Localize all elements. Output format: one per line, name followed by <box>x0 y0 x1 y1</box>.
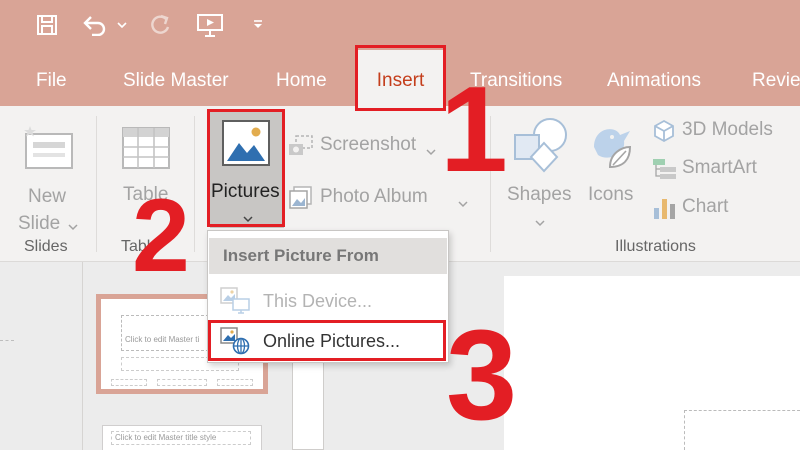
this-device-label: This Device... <box>263 291 373 311</box>
smartart-button[interactable]: SmartArt <box>652 156 792 184</box>
new-slide-label-line1: New <box>28 186 67 207</box>
illustrations-group-label: Illustrations <box>615 238 696 255</box>
save-icon[interactable] <box>32 10 62 40</box>
3d-models-label: 3D Models <box>682 119 773 140</box>
pane-guide <box>0 340 14 341</box>
canvas-placeholder <box>684 410 800 450</box>
chevron-down-icon <box>535 214 545 232</box>
dropdown-header: Insert Picture From <box>209 238 447 274</box>
thumbnail-pane-scrollbar[interactable] <box>292 360 324 450</box>
photo-album-icon <box>289 186 313 215</box>
shapes-icon <box>512 117 568 178</box>
group-separator <box>194 116 195 252</box>
group-separator <box>96 116 97 252</box>
chart-label: Chart <box>682 196 729 217</box>
chevron-down-icon <box>458 195 468 213</box>
tab-slide-master[interactable]: Slide Master <box>123 50 229 106</box>
step-number-1: 1 <box>440 61 508 197</box>
tab-animations[interactable]: Animations <box>607 50 701 106</box>
pane-divider <box>82 262 83 450</box>
date-placeholder <box>111 379 147 386</box>
thumbnail-title-text: Click to edit Master ti <box>125 335 200 344</box>
screenshot-icon <box>288 135 314 164</box>
thumbnail-title-text: Click to edit Master title style <box>115 433 217 442</box>
cube-icon <box>652 119 676 148</box>
icons-button[interactable]: Icons <box>582 114 642 234</box>
tab-review[interactable]: Revie <box>752 50 800 106</box>
pictures-button-highlight <box>207 109 285 227</box>
chevron-down-icon <box>68 218 78 236</box>
icons-label: Icons <box>588 184 634 205</box>
undo-icon[interactable] <box>80 10 110 40</box>
redo-icon <box>145 10 175 40</box>
customize-qat-icon[interactable] <box>250 10 266 40</box>
this-device-menu-item: This Device... <box>209 281 447 321</box>
present-from-start-icon[interactable] <box>193 10 227 40</box>
step-number-2: 2 <box>132 178 190 294</box>
smartart-icon <box>652 158 678 185</box>
shapes-button[interactable]: Shapes <box>502 114 578 234</box>
online-pictures-highlight <box>208 320 446 361</box>
number-placeholder <box>217 379 253 386</box>
screenshot-label: Screenshot <box>320 134 417 155</box>
new-slide-button[interactable]: New Slide <box>10 114 84 234</box>
tab-home[interactable]: Home <box>276 50 327 106</box>
chart-icon <box>652 196 678 225</box>
step-number-3: 3 <box>446 304 518 447</box>
footer-placeholder <box>157 379 207 386</box>
new-slide-label-line2: Slide <box>18 213 61 234</box>
screenshot-button[interactable]: Screenshot <box>288 130 448 162</box>
slides-group-label: Slides <box>24 238 68 255</box>
chart-button[interactable]: Chart <box>652 194 792 222</box>
slide-canvas[interactable] <box>504 276 800 450</box>
smartart-label: SmartArt <box>682 157 757 178</box>
3d-models-button[interactable]: 3D Models <box>652 118 792 146</box>
insert-tab-highlight <box>355 45 446 111</box>
shapes-label: Shapes <box>507 184 572 205</box>
photo-album-label: Photo Album <box>320 186 428 207</box>
table-icon <box>122 126 170 175</box>
undo-dropdown-chevron-icon[interactable] <box>114 10 130 40</box>
new-slide-icon <box>24 126 74 175</box>
icons-icon <box>586 117 638 178</box>
chevron-down-icon <box>426 143 436 161</box>
layout-slide-thumbnail[interactable]: Click to edit Master title style <box>102 425 262 450</box>
title-bar <box>0 0 800 50</box>
tab-file[interactable]: File <box>36 50 67 106</box>
